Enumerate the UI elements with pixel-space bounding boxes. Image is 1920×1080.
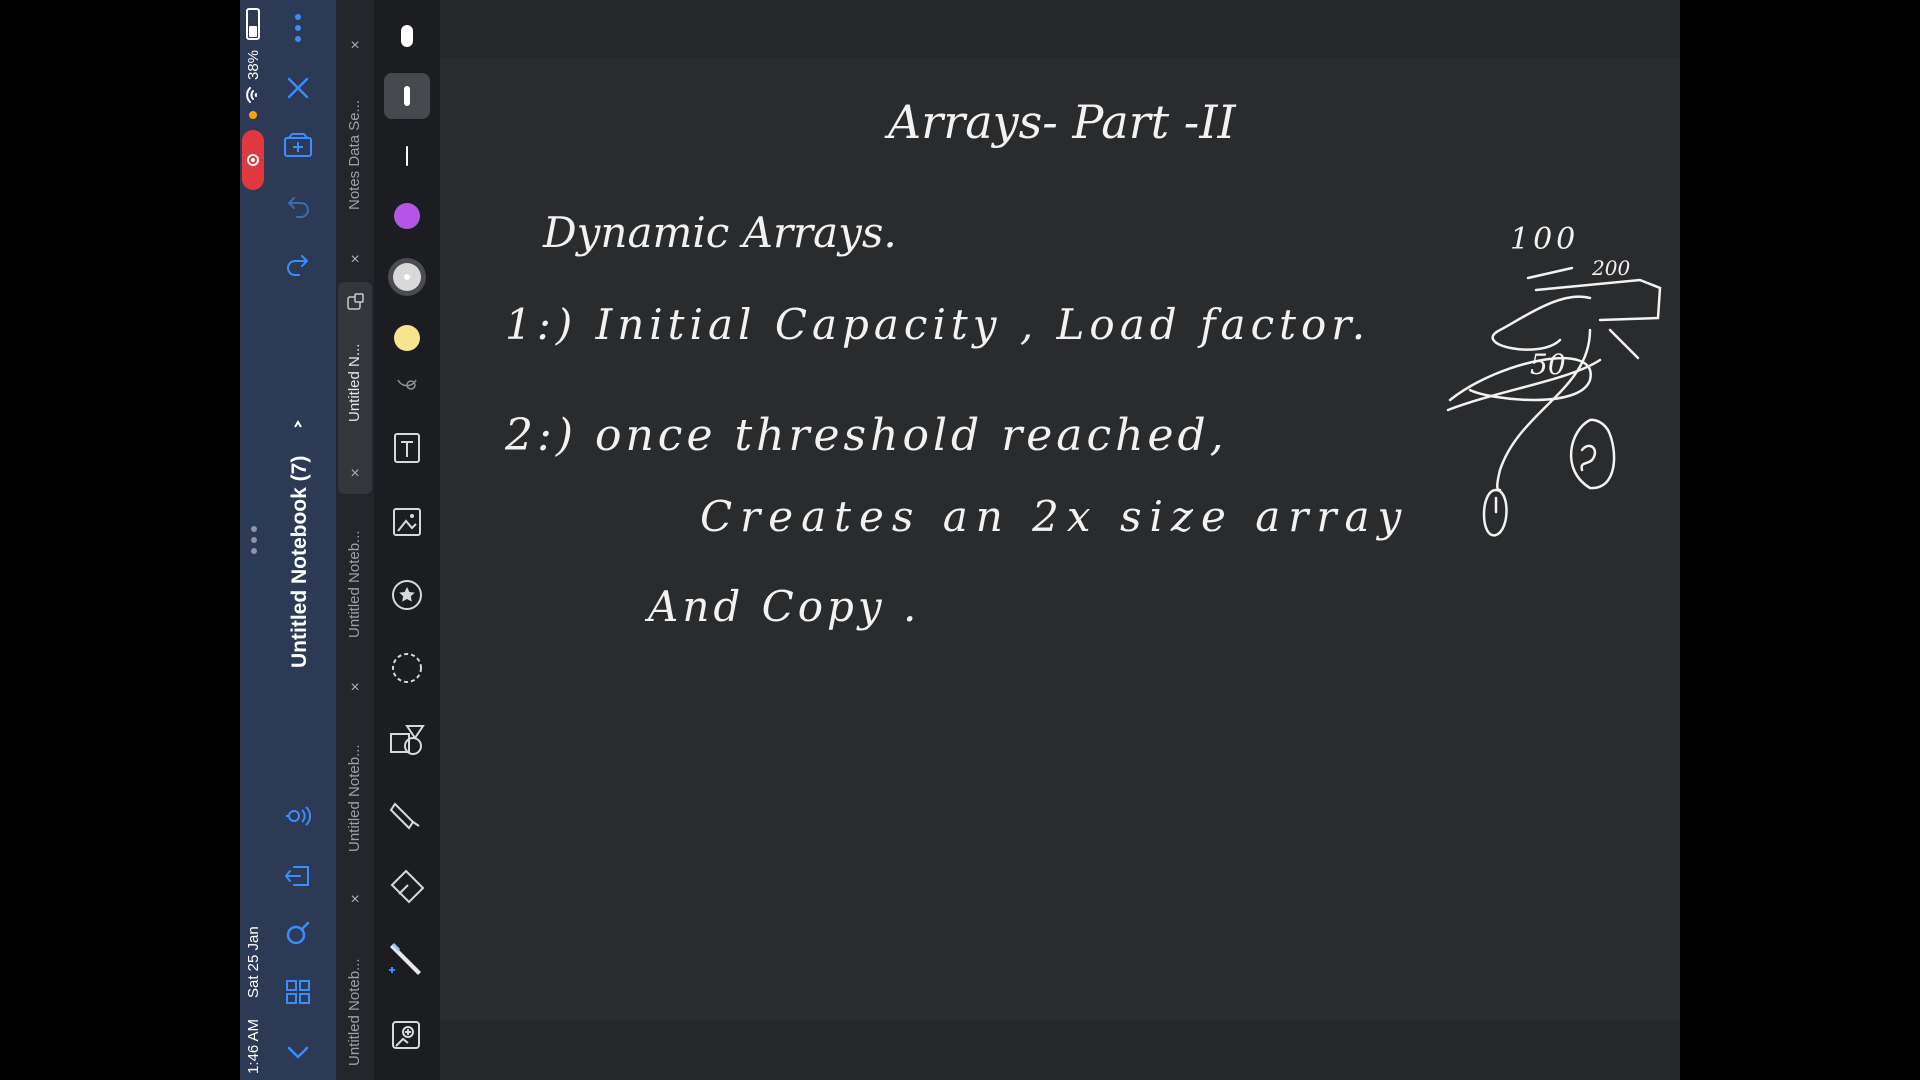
- tab-untitled-notebook[interactable]: Untitled Noteb...: [346, 958, 363, 1066]
- lasso-tool[interactable]: [384, 645, 430, 691]
- mic-indicator-dot: [249, 111, 257, 119]
- collapse-palette-icon[interactable]: [384, 370, 430, 400]
- pen-size-thin[interactable]: [384, 133, 430, 179]
- exit-icon[interactable]: [280, 858, 316, 894]
- note-title: Arrays- Part -II: [888, 95, 1236, 149]
- tab-notes-data-se[interactable]: Notes Data Se...: [346, 100, 363, 210]
- tab-untitled-notebook[interactable]: Untitled Noteb...: [346, 744, 363, 852]
- battery-icon: [246, 8, 260, 40]
- pen-size-thick[interactable]: [384, 13, 430, 59]
- search-icon[interactable]: [280, 916, 316, 952]
- note-line-threshold: 2:) once threshold reached,: [505, 410, 1228, 461]
- color-gray[interactable]: [384, 254, 430, 300]
- read-aloud-icon[interactable]: [280, 798, 316, 834]
- redo-icon[interactable]: [280, 246, 316, 282]
- grid-icon[interactable]: [280, 974, 316, 1010]
- tab-close-icon[interactable]: ×: [347, 252, 363, 268]
- color-yellow[interactable]: [384, 315, 430, 361]
- add-page-icon[interactable]: [280, 128, 316, 164]
- battery-percentage: 38%: [245, 49, 262, 80]
- note-line-dynamic-arrays: Dynamic Arrays.: [543, 208, 897, 257]
- highlighter-tool[interactable]: [384, 791, 430, 837]
- handwritten-scribble-drawing: [1446, 266, 1662, 537]
- eraser-tool[interactable]: [384, 864, 430, 910]
- chevron-down-icon[interactable]: [280, 1034, 316, 1070]
- note-line-initial-capacity: 1:) Initial Capacity , Load factor.: [505, 300, 1371, 349]
- screen-recording-indicator[interactable]: [242, 130, 264, 190]
- tab-close-icon[interactable]: ×: [347, 680, 363, 696]
- wifi-icon: [243, 86, 266, 104]
- pen-tool[interactable]: [384, 937, 430, 983]
- record-icon: [247, 154, 259, 166]
- canvas-top-margin: [440, 0, 1680, 58]
- tab-untitled-notebook[interactable]: Untitled Noteb...: [346, 530, 363, 638]
- notebook-title[interactable]: Untitled Notebook (7): [288, 456, 312, 668]
- color-purple[interactable]: [384, 193, 430, 239]
- status-date: Sat 25 Jan: [245, 926, 262, 998]
- close-icon[interactable]: [280, 70, 316, 106]
- tab-untitled-active[interactable]: Untitled N...: [346, 344, 363, 422]
- image-tool[interactable]: [384, 499, 430, 545]
- pen-size-medium[interactable]: [384, 73, 430, 119]
- tab-close-icon[interactable]: ×: [347, 38, 363, 54]
- sticker-tool[interactable]: [384, 572, 430, 618]
- shapes-tool[interactable]: [384, 718, 430, 764]
- status-time: 1:46 AM: [245, 1018, 262, 1074]
- tab-close-icon[interactable]: ×: [347, 466, 363, 482]
- undo-icon[interactable]: [280, 188, 316, 224]
- note-line-and-copy: And Copy .: [648, 582, 921, 631]
- chevron-right-icon[interactable]: [280, 406, 316, 442]
- tab-close-icon[interactable]: ×: [347, 892, 363, 908]
- drag-handle-icon[interactable]: [236, 522, 272, 558]
- add-image-tool[interactable]: [384, 1012, 430, 1058]
- more-icon[interactable]: [280, 10, 316, 46]
- tab-window-icon[interactable]: [337, 284, 373, 320]
- text-tool[interactable]: [384, 425, 430, 471]
- note-line-creates-array: Creates an 2x size array: [700, 492, 1410, 541]
- canvas-bottom-margin: [440, 1020, 1680, 1080]
